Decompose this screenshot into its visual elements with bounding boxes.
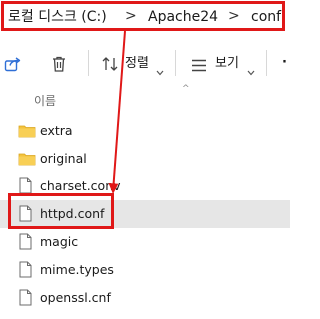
file-name: charset.conv bbox=[40, 178, 121, 193]
list-item[interactable]: original bbox=[0, 144, 290, 172]
toolbar-divider bbox=[266, 50, 267, 76]
list-item[interactable]: charset.conv bbox=[0, 172, 290, 200]
file-name: magic bbox=[40, 234, 79, 249]
list-item[interactable]: extra bbox=[0, 116, 290, 144]
column-header-name[interactable]: 이름 bbox=[34, 92, 56, 109]
document-icon bbox=[19, 205, 32, 222]
breadcrumb-item-conf[interactable]: conf bbox=[251, 7, 281, 27]
file-name: mime.types bbox=[40, 262, 114, 277]
view-button-label[interactable]: 보기 bbox=[215, 55, 239, 73]
file-name: httpd.conf bbox=[40, 206, 105, 221]
sort-icon[interactable] bbox=[101, 56, 119, 72]
chevron-down-icon[interactable] bbox=[156, 61, 164, 76]
sort-caret-icon: ^ bbox=[182, 84, 190, 94]
view-icon[interactable] bbox=[191, 57, 207, 72]
document-icon bbox=[19, 177, 32, 194]
list-item[interactable]: openssl.cnf bbox=[0, 284, 290, 312]
document-icon bbox=[19, 261, 32, 278]
folder-icon bbox=[18, 123, 36, 138]
document-icon bbox=[19, 233, 32, 250]
list-item[interactable]: magic bbox=[0, 228, 290, 256]
document-icon bbox=[19, 289, 32, 306]
file-name: openssl.cnf bbox=[40, 290, 111, 305]
share-icon[interactable] bbox=[4, 56, 22, 72]
breadcrumb-separator: > bbox=[125, 8, 137, 24]
trash-icon[interactable] bbox=[51, 55, 67, 73]
list-item[interactable]: mime.types bbox=[0, 256, 290, 284]
more-options-button[interactable]: · bbox=[282, 54, 287, 72]
folder-icon bbox=[18, 151, 36, 166]
list-item-selected[interactable]: httpd.conf bbox=[0, 200, 290, 228]
chevron-down-icon[interactable] bbox=[247, 61, 255, 76]
toolbar-divider bbox=[88, 50, 89, 76]
breadcrumb-item-apache24[interactable]: Apache24 bbox=[148, 7, 218, 27]
address-bar[interactable]: 로컬 디스크 (C:) > Apache24 > conf bbox=[0, 0, 290, 34]
breadcrumb-item-local-disk[interactable]: 로컬 디스크 (C:) bbox=[8, 7, 107, 27]
toolbar-divider bbox=[175, 50, 176, 76]
file-name: extra bbox=[40, 123, 73, 138]
sort-button-label[interactable]: 정렬 bbox=[125, 55, 149, 73]
file-name: original bbox=[40, 151, 87, 166]
breadcrumb-separator: > bbox=[228, 8, 240, 24]
